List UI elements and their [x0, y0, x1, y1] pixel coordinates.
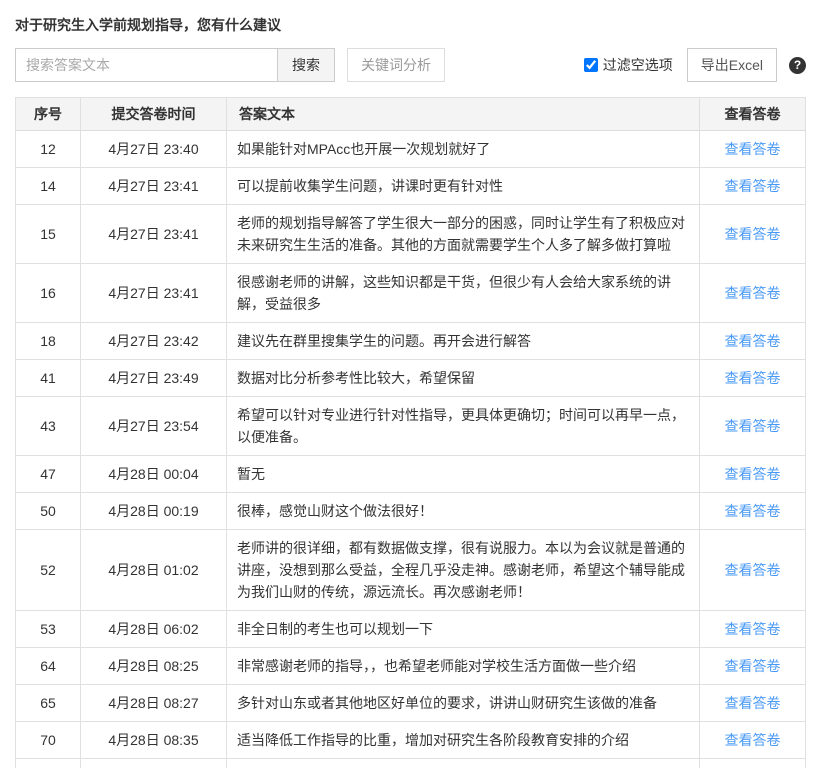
row-submit-time: 4月28日 00:04 [81, 456, 227, 493]
survey-answer-panel: 对于研究生入学前规划指导，您有什么建议 搜索 关键词分析 过滤空选项 导出Exc… [0, 0, 821, 768]
row-seq: 14 [16, 168, 81, 205]
table-row: 15 4月27日 23:41 老师的规划指导解答了学生很大一部分的困惑，同时让学… [16, 205, 806, 264]
row-submit-time: 4月27日 23:42 [81, 323, 227, 360]
row-answer-text: 非全日制的考生也可以规划一下 [227, 611, 700, 648]
row-answer-text: 非常感谢老师的指导，，也希望老师能对学校生活方面做一些介绍 [227, 648, 700, 685]
row-submit-time: 4月28日 06:02 [81, 611, 227, 648]
row-answer-text: 希望可以针对专业进行针对性指导，更具体更确切；时间可以再早一点，以便准备。 [227, 397, 700, 456]
page-title: 对于研究生入学前规划指导，您有什么建议 [15, 15, 806, 35]
table-row: 14 4月27日 23:41 可以提前收集学生问题，讲课时更有针对性 查看答卷 [16, 168, 806, 205]
filter-empty-checkbox[interactable] [584, 58, 598, 72]
answers-table: 序号 提交答卷时间 答案文本 查看答卷 12 4月27日 23:40 如果能针对… [15, 97, 806, 768]
table-row: 18 4月27日 23:42 建议先在群里搜集学生的问题。再开会进行解答 查看答… [16, 323, 806, 360]
row-seq: 41 [16, 360, 81, 397]
row-answer-text: 很感谢老师的讲解，这些知识都是干货，但很少有人会给大家系统的讲解，受益很多 [227, 264, 700, 323]
view-answer-link[interactable]: 查看答卷 [725, 370, 781, 386]
row-submit-time: 4月27日 23:41 [81, 205, 227, 264]
row-seq: 47 [16, 456, 81, 493]
row-seq: 52 [16, 530, 81, 611]
row-answer-text: 如果能针对MPAcc也开展一次规划就好了 [227, 131, 700, 168]
view-answer-link[interactable]: 查看答卷 [725, 226, 781, 242]
row-seq: 65 [16, 685, 81, 722]
help-icon[interactable]: ? [789, 57, 806, 74]
view-answer-link[interactable]: 查看答卷 [725, 285, 781, 301]
table-row: 41 4月27日 23:49 数据对比分析参考性比较大，希望保留 查看答卷 [16, 360, 806, 397]
row-answer-text: 暂无 [227, 456, 700, 493]
toolbar: 搜索 关键词分析 过滤空选项 导出Excel ? [15, 48, 806, 82]
view-answer-link[interactable]: 查看答卷 [725, 178, 781, 194]
header-answer-text: 答案文本 [227, 98, 700, 131]
filter-empty-option[interactable]: 过滤空选项 [584, 55, 673, 75]
row-seq: 64 [16, 648, 81, 685]
row-submit-time: 4月27日 23:41 [81, 264, 227, 323]
row-answer-text: 老师讲的很详细，都有数据做支撑，很有说服力。本以为会议就是普通的讲座，没想到那么… [227, 530, 700, 611]
view-answer-link[interactable]: 查看答卷 [725, 658, 781, 674]
row-answer-text: 很棒，感觉山财这个做法很好！ [227, 493, 700, 530]
row-answer-text: 适当降低工作指导的比重，增加对研究生各阶段教育安排的介绍 [227, 722, 700, 759]
keyword-analysis-button[interactable]: 关键词分析 [347, 48, 445, 82]
row-submit-time: 4月28日 08:25 [81, 648, 227, 685]
row-answer-text: 可以提前收集学生问题，讲课时更有针对性 [227, 168, 700, 205]
table-row: 70 4月28日 08:35 适当降低工作指导的比重，增加对研究生各阶段教育安排… [16, 722, 806, 759]
row-submit-time: 4月28日 01:02 [81, 530, 227, 611]
view-answer-link[interactable]: 查看答卷 [725, 418, 781, 434]
row-seq: 53 [16, 611, 81, 648]
row-answer-text: 老师的规划指导解答了学生很大一部分的困惑，同时让学生有了积极应对未来研究生生活的… [227, 205, 700, 264]
row-seq: 70 [16, 722, 81, 759]
table-row: 53 4月28日 06:02 非全日制的考生也可以规划一下 查看答卷 [16, 611, 806, 648]
header-seq: 序号 [16, 98, 81, 131]
row-submit-time: 4月28日 08:27 [81, 685, 227, 722]
table-row: 52 4月28日 01:02 老师讲的很详细，都有数据做支撑，很有说服力。本以为… [16, 530, 806, 611]
row-submit-time: 4月28日 08:35 [81, 722, 227, 759]
header-view-answer: 查看答卷 [700, 98, 806, 131]
table-row: 47 4月28日 00:04 暂无 查看答卷 [16, 456, 806, 493]
row-seq: 43 [16, 397, 81, 456]
row-seq: 15 [16, 205, 81, 264]
view-answer-link[interactable]: 查看答卷 [725, 141, 781, 157]
row-seq: 18 [16, 323, 81, 360]
row-answer-text: 数据对比分析参考性比较大，希望保留 [227, 360, 700, 397]
row-seq: 16 [16, 264, 81, 323]
row-submit-time: 4月27日 23:54 [81, 397, 227, 456]
view-answer-link[interactable]: 查看答卷 [725, 562, 781, 578]
export-excel-button[interactable]: 导出Excel [687, 48, 777, 82]
table-row-partial [16, 759, 806, 768]
row-seq: 12 [16, 131, 81, 168]
row-submit-time: 4月28日 00:19 [81, 493, 227, 530]
table-row: 65 4月28日 08:27 多针对山东或者其他地区好单位的要求，讲讲山财研究生… [16, 685, 806, 722]
filter-empty-label: 过滤空选项 [603, 55, 673, 75]
row-submit-time: 4月27日 23:49 [81, 360, 227, 397]
view-answer-link[interactable]: 查看答卷 [725, 333, 781, 349]
answers-table-body: 12 4月27日 23:40 如果能针对MPAcc也开展一次规划就好了 查看答卷… [16, 131, 806, 768]
view-answer-link[interactable]: 查看答卷 [725, 732, 781, 748]
view-answer-link[interactable]: 查看答卷 [725, 621, 781, 637]
row-answer-text: 建议先在群里搜集学生的问题。再开会进行解答 [227, 323, 700, 360]
view-answer-link[interactable]: 查看答卷 [725, 503, 781, 519]
row-submit-time: 4月27日 23:41 [81, 168, 227, 205]
answers-table-header: 序号 提交答卷时间 答案文本 查看答卷 [16, 98, 806, 131]
toolbar-right: 过滤空选项 导出Excel ? [584, 48, 806, 82]
row-seq: 50 [16, 493, 81, 530]
table-row: 16 4月27日 23:41 很感谢老师的讲解，这些知识都是干货，但很少有人会给… [16, 264, 806, 323]
row-answer-text: 多针对山东或者其他地区好单位的要求，讲讲山财研究生该做的准备 [227, 685, 700, 722]
table-row: 50 4月28日 00:19 很棒，感觉山财这个做法很好！ 查看答卷 [16, 493, 806, 530]
table-row: 43 4月27日 23:54 希望可以针对专业进行针对性指导，更具体更确切；时间… [16, 397, 806, 456]
table-row: 12 4月27日 23:40 如果能针对MPAcc也开展一次规划就好了 查看答卷 [16, 131, 806, 168]
header-submit-time: 提交答卷时间 [81, 98, 227, 131]
row-submit-time: 4月27日 23:40 [81, 131, 227, 168]
view-answer-link[interactable]: 查看答卷 [725, 695, 781, 711]
view-answer-link[interactable]: 查看答卷 [725, 466, 781, 482]
search-input[interactable] [15, 48, 277, 82]
search-group: 搜索 [15, 48, 335, 82]
search-button[interactable]: 搜索 [277, 48, 335, 82]
table-row: 64 4月28日 08:25 非常感谢老师的指导，，也希望老师能对学校生活方面做… [16, 648, 806, 685]
